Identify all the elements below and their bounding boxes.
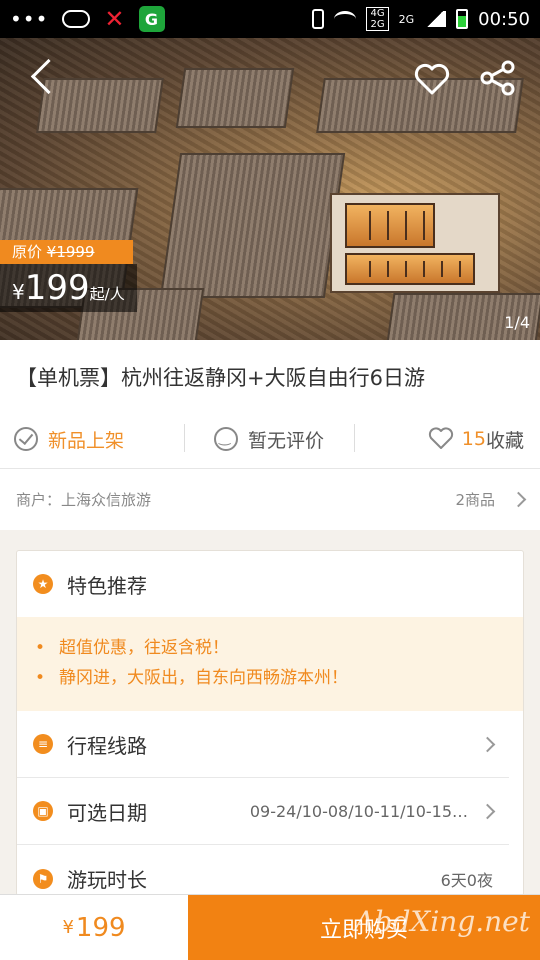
hero-carousel[interactable]: 原价 ¥1999 ¥199起/人 1/4 bbox=[0, 38, 540, 340]
original-price: 原价 ¥1999 bbox=[0, 240, 133, 264]
original-price-label: 原价 bbox=[12, 243, 43, 261]
chevron-right-icon bbox=[479, 736, 496, 752]
highlight-item: 静冈进，大阪出，自东向西畅游本州！ bbox=[35, 663, 523, 693]
chevron-right-icon bbox=[510, 491, 527, 508]
highlight-item: 超值优惠，往返含税！ bbox=[35, 633, 523, 663]
network-top-label: 4G bbox=[370, 8, 385, 19]
merchant-product-count: 2商品 bbox=[455, 491, 495, 509]
duration-row: ⚑ 游玩时长 6天0夜 bbox=[17, 845, 509, 895]
flag-icon: ⚑ bbox=[33, 868, 53, 889]
favorite-heart-button[interactable] bbox=[412, 60, 452, 100]
network-type-badge: 4G 2G bbox=[366, 7, 389, 31]
new-label: 新品上架 bbox=[48, 429, 125, 452]
wifi-icon bbox=[334, 11, 357, 27]
lit-window-shape bbox=[345, 203, 435, 248]
buy-now-button[interactable]: 立即购买 AbdXing.net bbox=[188, 895, 540, 960]
favorites-count[interactable]: 15 收藏 bbox=[354, 423, 540, 453]
product-title: 【单机票】杭州往返静冈+大阪自由行6日游 bbox=[16, 366, 425, 390]
merchant-row[interactable]: 商户：上海众信旅游 2商品 bbox=[0, 468, 540, 530]
route-label: 行程线路 bbox=[67, 733, 147, 758]
cloud-icon bbox=[62, 10, 91, 28]
house-roof-shape bbox=[175, 68, 295, 128]
price-currency: ¥ bbox=[12, 280, 25, 304]
dates-value: 09-24/10-08/10-11/10-15… bbox=[249, 801, 468, 821]
merchant-label: 商户：上海众信旅游 bbox=[16, 491, 152, 509]
star-icon: ★ bbox=[33, 574, 53, 594]
product-title-section: 【单机票】杭州往返静冈+大阪自由行6日游 bbox=[0, 340, 540, 410]
share-button[interactable] bbox=[478, 58, 518, 98]
calendar-icon: ▣ bbox=[33, 801, 53, 821]
heart-outline-icon bbox=[428, 427, 453, 449]
price-value: 199 bbox=[24, 268, 90, 308]
bottom-price-value: 199 bbox=[75, 912, 126, 943]
new-badge: 新品上架 bbox=[0, 426, 184, 453]
product-stats: 新品上架 暂无评价 15收藏 bbox=[0, 410, 540, 468]
fav-count: 15 bbox=[461, 428, 486, 450]
features-card: ★ 特色推荐 超值优惠，往返含税！ 静冈进，大阪出，自东向西畅游本州！ ≡ 行程… bbox=[16, 550, 524, 896]
list-icon: ≡ bbox=[33, 734, 53, 754]
more-notifications-icon: ••• bbox=[10, 7, 49, 31]
network-bottom-label: 2G bbox=[370, 19, 385, 30]
share-icon bbox=[480, 60, 515, 96]
duration-value: 6天0夜 bbox=[440, 870, 493, 890]
current-price: ¥199起/人 bbox=[0, 264, 137, 312]
heart-icon bbox=[414, 63, 450, 95]
battery-icon bbox=[456, 9, 469, 29]
bottom-currency: ¥ bbox=[62, 917, 74, 938]
carousel-pager: 1/4 bbox=[504, 313, 530, 332]
features-header: ★ 特色推荐 bbox=[17, 551, 523, 617]
dates-label: 可选日期 bbox=[67, 800, 147, 825]
signal-icon bbox=[424, 11, 447, 27]
review-label: 暂无评价 bbox=[247, 429, 324, 452]
clock: 00:50 bbox=[478, 8, 530, 30]
bottom-price: ¥ 199 bbox=[0, 895, 188, 960]
route-row[interactable]: ≡ 行程线路 bbox=[17, 711, 509, 778]
smiley-icon bbox=[213, 427, 238, 451]
original-price-value: ¥1999 bbox=[46, 243, 95, 261]
reviews-link[interactable]: 暂无评价 bbox=[184, 423, 354, 453]
g-app-icon: G bbox=[138, 6, 165, 32]
x-app-icon: ✕ bbox=[104, 5, 125, 33]
check-circle-icon bbox=[14, 427, 38, 451]
price-tag: 原价 ¥1999 ¥199起/人 bbox=[0, 240, 137, 312]
features-heading: 特色推荐 bbox=[67, 573, 147, 598]
highlights-list: 超值优惠，往返含税！ 静冈进，大阪出，自东向西畅游本州！ bbox=[17, 617, 523, 711]
price-unit: 起/人 bbox=[89, 285, 125, 303]
fav-label: 收藏 bbox=[485, 429, 524, 452]
bottom-bar: ¥ 199 立即购买 AbdXing.net bbox=[0, 894, 540, 960]
chevron-right-icon bbox=[479, 803, 496, 819]
lit-window-shape bbox=[345, 253, 475, 285]
dates-row[interactable]: ▣ 可选日期 09-24/10-08/10-11/10-15… bbox=[17, 778, 509, 845]
network2-label: 2G bbox=[398, 12, 415, 26]
house-roof-shape bbox=[159, 153, 346, 298]
back-button[interactable] bbox=[26, 60, 62, 96]
phone-mute-icon bbox=[312, 9, 325, 29]
watermark: AbdXing.net bbox=[354, 905, 530, 938]
status-bar: ••• ✕ G 4G 2G 2G 00:50 bbox=[0, 0, 540, 38]
duration-label: 游玩时长 bbox=[67, 868, 147, 892]
